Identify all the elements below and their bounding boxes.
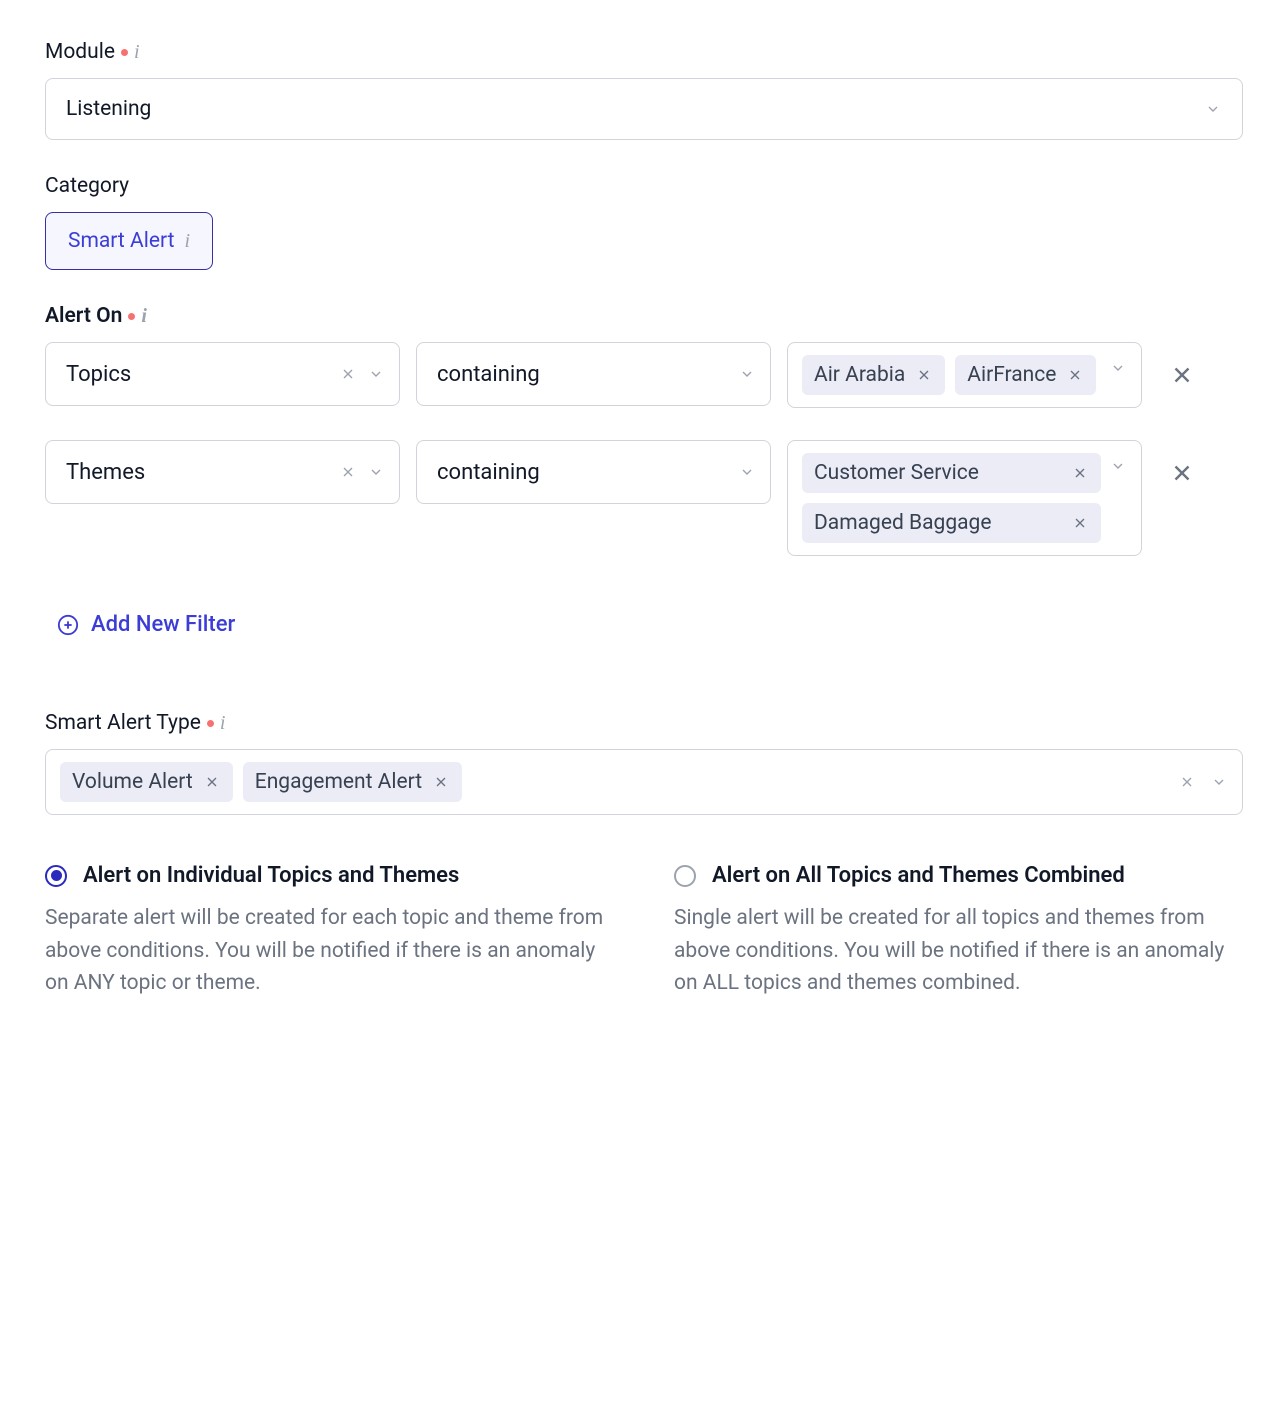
tag-chip: Damaged Baggage (802, 503, 1101, 543)
required-dot (128, 313, 135, 320)
required-dot (207, 720, 214, 727)
filter-field-select[interactable]: Topics (45, 342, 400, 406)
chevron-down-icon (1109, 355, 1127, 373)
tag-chip: Customer Service (802, 453, 1101, 493)
tag-chip: Engagement Alert (243, 762, 462, 802)
chevron-down-icon (1204, 100, 1222, 118)
remove-tag-icon[interactable] (1071, 514, 1089, 532)
tag-label: AirFrance (967, 363, 1056, 387)
module-field: Module i Listening (45, 40, 1243, 140)
smart-type-field: Smart Alert Type i Volume Alert Engageme… (45, 711, 1243, 815)
tag-label: Damaged Baggage (814, 511, 991, 535)
info-icon[interactable]: i (220, 713, 226, 733)
chevron-down-icon (367, 463, 385, 481)
clear-all-icon[interactable] (1178, 773, 1196, 791)
option-desc: Single alert will be created for all top… (674, 902, 1243, 1000)
filter-op-select[interactable]: containing (416, 440, 771, 504)
filter-values-select[interactable]: Air Arabia AirFrance (787, 342, 1142, 408)
chevron-down-icon (367, 365, 385, 383)
category-label: Category (45, 174, 129, 198)
filter-row: Themes containing Customer Service Damag… (45, 440, 1243, 556)
module-label: Module (45, 40, 115, 64)
tag-label: Customer Service (814, 461, 979, 485)
option-title: Alert on All Topics and Themes Combined (712, 863, 1125, 888)
category-option-label: Smart Alert (68, 229, 174, 253)
category-field: Category Smart Alert i (45, 174, 1243, 270)
info-icon[interactable]: i (134, 42, 140, 62)
chevron-down-icon (738, 463, 756, 481)
filter-field-select[interactable]: Themes (45, 440, 400, 504)
plus-circle-icon (57, 614, 79, 636)
option-desc: Separate alert will be created for each … (45, 902, 614, 1000)
alert-on-section: Alert On i Topics containing Air Arabia (45, 304, 1243, 677)
chevron-down-icon (1109, 453, 1127, 471)
smart-type-label: Smart Alert Type (45, 711, 201, 735)
remove-tag-icon[interactable] (432, 773, 450, 791)
remove-tag-icon[interactable] (915, 366, 933, 384)
option-title: Alert on Individual Topics and Themes (83, 863, 459, 888)
filter-op-select[interactable]: containing (416, 342, 771, 406)
tag-label: Engagement Alert (255, 770, 422, 794)
module-value: Listening (66, 97, 151, 121)
filter-field-value: Topics (66, 362, 339, 387)
remove-row-button[interactable] (1158, 342, 1206, 388)
smart-type-select[interactable]: Volume Alert Engagement Alert (45, 749, 1243, 815)
required-dot (121, 49, 128, 56)
tag-chip: Air Arabia (802, 355, 945, 395)
filter-op-value: containing (437, 460, 738, 485)
radio-icon (45, 865, 67, 887)
alert-on-label: Alert On (45, 304, 122, 328)
add-filter-button[interactable]: Add New Filter (57, 612, 235, 637)
radio-icon (674, 865, 696, 887)
info-icon: i (184, 231, 190, 251)
add-filter-label: Add New Filter (91, 612, 235, 637)
remove-tag-icon[interactable] (1066, 366, 1084, 384)
module-select[interactable]: Listening (45, 78, 1243, 140)
clear-icon[interactable] (339, 463, 357, 481)
category-smart-alert-button[interactable]: Smart Alert i (45, 212, 213, 270)
remove-row-button[interactable] (1158, 440, 1206, 486)
tag-label: Air Arabia (814, 363, 905, 387)
option-combined[interactable]: Alert on All Topics and Themes Combined … (674, 863, 1243, 1000)
filter-op-value: containing (437, 362, 738, 387)
alert-mode-options: Alert on Individual Topics and Themes Se… (45, 863, 1243, 1000)
option-individual[interactable]: Alert on Individual Topics and Themes Se… (45, 863, 614, 1000)
filter-row: Topics containing Air Arabia AirFrance (45, 342, 1243, 408)
chevron-down-icon (738, 365, 756, 383)
tag-chip: AirFrance (955, 355, 1096, 395)
info-icon[interactable]: i (141, 306, 147, 326)
tag-chip: Volume Alert (60, 762, 233, 802)
filter-field-value: Themes (66, 460, 339, 485)
chevron-down-icon (1210, 773, 1228, 791)
remove-tag-icon[interactable] (203, 773, 221, 791)
tag-label: Volume Alert (72, 770, 193, 794)
remove-tag-icon[interactable] (1071, 464, 1089, 482)
filter-values-select[interactable]: Customer Service Damaged Baggage (787, 440, 1142, 556)
clear-icon[interactable] (339, 365, 357, 383)
